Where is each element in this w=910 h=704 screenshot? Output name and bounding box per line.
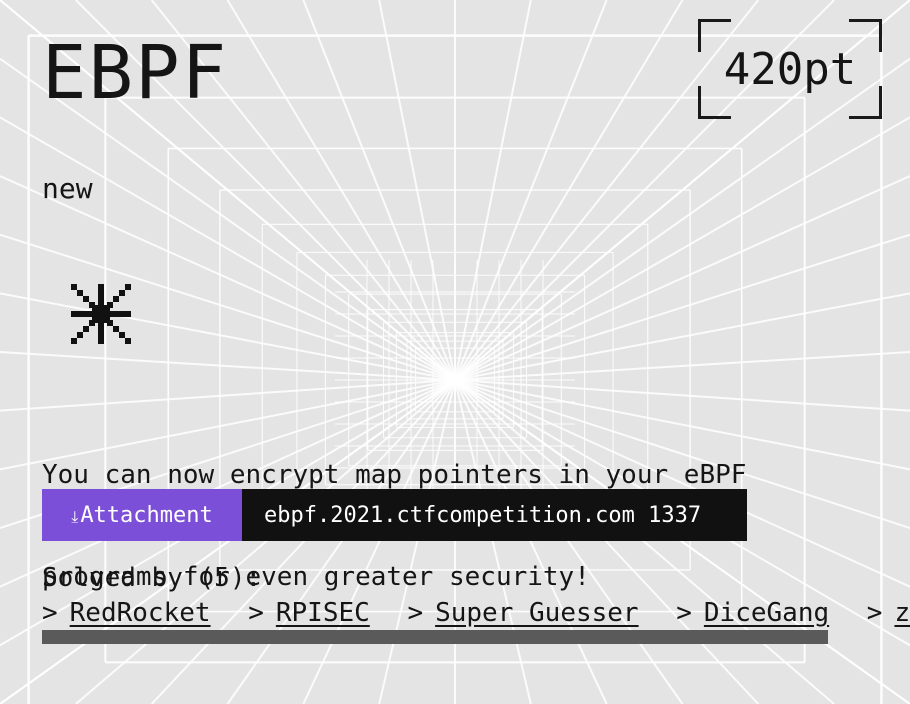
chevron-right-icon: > bbox=[248, 598, 264, 628]
chevron-right-icon: > bbox=[407, 598, 424, 628]
solver-link[interactable]: RPISEC bbox=[276, 598, 370, 628]
action-bar: ⤓ Attachment ebpf.2021.ctfcompetition.co… bbox=[42, 489, 747, 541]
chevron-right-icon: > bbox=[866, 598, 883, 628]
description-line: You can now encrypt map pointers in your… bbox=[42, 460, 747, 490]
solver-item: > RPISEC bbox=[248, 596, 370, 630]
solver-link[interactable]: Super Guesser bbox=[435, 598, 639, 628]
solvers-list[interactable]: > RedRocket > RPISEC > Super Guesser > DiceG… bbox=[42, 596, 910, 630]
connection-string[interactable]: ebpf.2021.ctfcompetition.com 1337 bbox=[242, 489, 747, 541]
solver-link[interactable]: RedRocket bbox=[70, 598, 211, 628]
chevron-right-icon: > bbox=[42, 598, 58, 628]
download-icon: ⤓ bbox=[71, 507, 79, 526]
attachment-button[interactable]: ⤓ Attachment bbox=[42, 489, 242, 541]
challenge-title: EBPF bbox=[42, 30, 229, 116]
solver-link[interactable]: DiceGang bbox=[704, 598, 829, 628]
solver-item: > Super Guesser bbox=[407, 596, 638, 630]
solver-item: > DiceGang bbox=[676, 596, 829, 630]
solver-link[interactable]: zer0pts bbox=[894, 598, 910, 628]
attachment-label: Attachment bbox=[80, 502, 213, 528]
solver-item: > RedRocket bbox=[42, 596, 211, 630]
solver-item: > zer0pts bbox=[867, 596, 910, 630]
chevron-right-icon: > bbox=[676, 598, 692, 628]
challenge-panel: EBPF 420pt new You can now encrypt map p… bbox=[0, 0, 910, 704]
challenge-tag: new bbox=[42, 172, 93, 205]
points-badge: 420pt bbox=[698, 19, 882, 119]
points-value: 420pt bbox=[723, 43, 857, 95]
asterisk-emblem-icon bbox=[71, 284, 131, 344]
horizontal-scrollbar[interactable] bbox=[42, 630, 828, 644]
solved-by-label: Solved by (5): bbox=[42, 563, 262, 593]
